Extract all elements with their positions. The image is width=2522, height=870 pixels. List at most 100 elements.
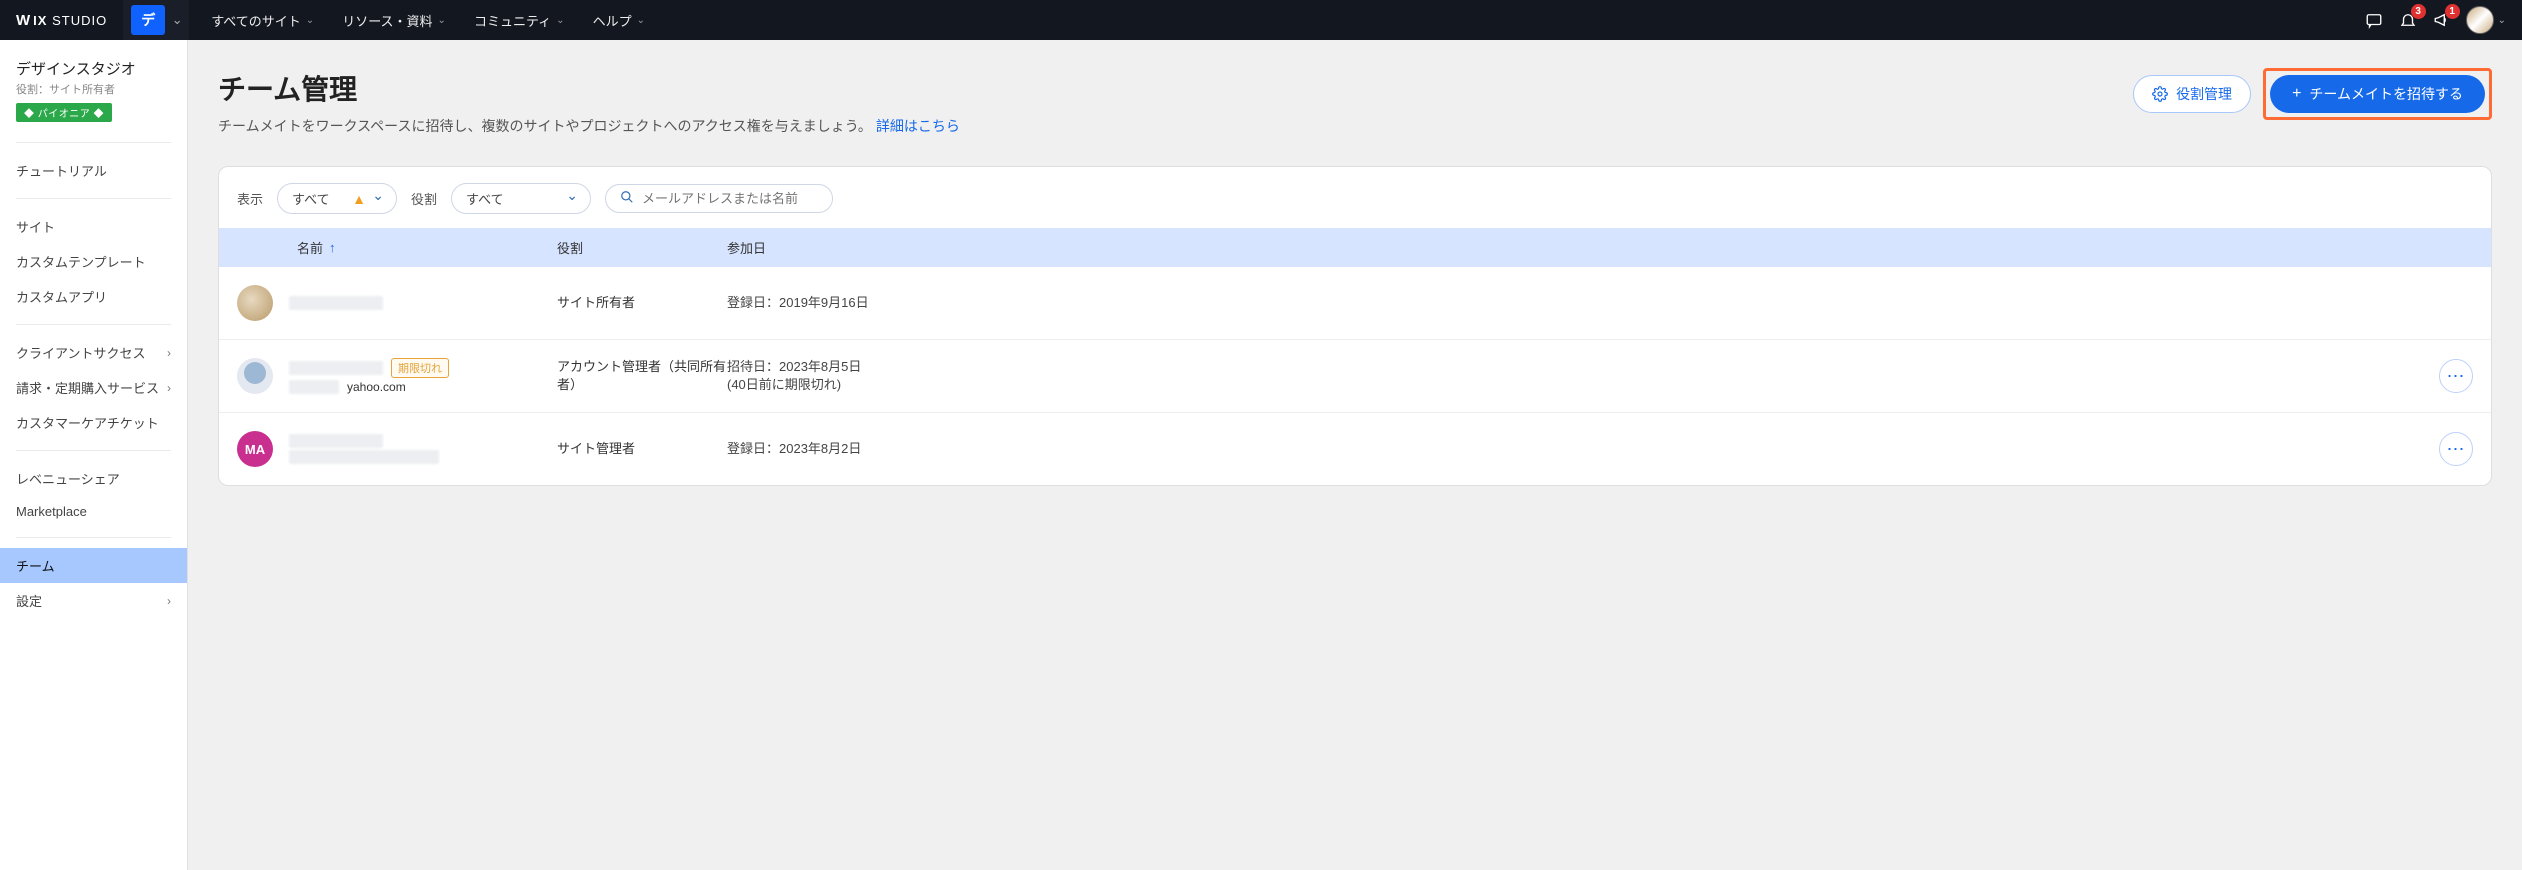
sidebar-item-label: 請求・定期購入サービス	[16, 378, 159, 397]
joined-cell: 登録日：2023年8月2日	[727, 440, 2413, 458]
highlight-annotation: + チームメイトを招待する	[2263, 68, 2492, 120]
chevron-right-icon: ›	[167, 594, 171, 608]
redacted-email-local	[289, 380, 339, 394]
notifications-icon[interactable]: 3	[2398, 10, 2418, 30]
display-filter-label: 表示	[237, 189, 263, 208]
page-subtitle: チームメイトをワークスペースに招待し、複数のサイトやプロジェクトへのアクセス権を…	[218, 116, 960, 136]
table-row: MAサイト管理者登録日：2023年8月2日 ⋯	[219, 413, 2491, 485]
messages-icon[interactable]	[2364, 10, 2384, 30]
announcements-icon[interactable]: 1	[2432, 10, 2452, 30]
table-row: サイト所有者登録日：2019年9月16日	[219, 267, 2491, 340]
sidebar-item-label: チュートリアル	[16, 161, 107, 180]
search-field[interactable]	[605, 184, 833, 213]
nav-all-sites[interactable]: すべてのサイト⌄	[197, 0, 328, 40]
name-cell: MA	[237, 431, 557, 467]
separator	[16, 324, 171, 325]
filter-bar: 表示 すべて ▲ 役割 すべて	[219, 167, 2491, 228]
redacted-email	[289, 450, 439, 464]
table-header: 名前 ↑ 役割 参加日	[219, 228, 2491, 267]
chevron-right-icon: ›	[167, 381, 171, 395]
sidebar-item-10[interactable]: 設定 ›	[0, 583, 187, 618]
sidebar-item-8[interactable]: Marketplace	[0, 496, 187, 527]
caret-down-icon: ⌄	[165, 0, 189, 40]
redacted-name	[289, 434, 383, 448]
separator	[16, 142, 171, 143]
col-name[interactable]: 名前 ↑	[237, 238, 557, 257]
redacted-name	[289, 296, 383, 310]
separator	[16, 198, 171, 199]
search-icon	[620, 190, 634, 207]
sidebar-item-label: クライアントサクセス	[16, 343, 145, 362]
sidebar-item-label: チーム	[16, 556, 55, 575]
sidebar-item-4[interactable]: クライアントサクセス ›	[0, 335, 187, 370]
sidebar-item-1[interactable]: サイト	[0, 209, 187, 244]
caret-down-icon: ⌄	[438, 15, 446, 26]
caret-down-icon: ⌄	[2498, 15, 2506, 26]
header-actions: 役割管理 + チームメイトを招待する	[2133, 68, 2492, 120]
avatar	[237, 358, 273, 394]
row-more-button[interactable]: ⋯	[2439, 432, 2473, 466]
avatar-icon	[2466, 6, 2494, 34]
sidebar: デザインスタジオ 役割：サイト所有者 ◆ パイオニア ◆ チュートリアルサイトカ…	[0, 40, 188, 870]
role-cell: アカウント管理者（共同所有者）	[557, 358, 727, 394]
avatar	[237, 285, 273, 321]
sidebar-item-label: カスタムテンプレート	[16, 252, 146, 271]
warning-icon: ▲	[352, 191, 366, 207]
row-more-button[interactable]: ⋯	[2439, 359, 2473, 393]
sidebar-item-label: レベニューシェア	[16, 469, 120, 488]
site-switcher[interactable]: デ ⌄	[123, 0, 189, 40]
expired-badge: 期限切れ	[391, 358, 449, 378]
joined-cell: 登録日：2019年9月16日	[727, 294, 2413, 312]
learn-more-link[interactable]: 詳細はこちら	[876, 118, 960, 134]
separator	[16, 450, 171, 451]
sidebar-item-9[interactable]: チーム	[0, 548, 187, 583]
sidebar-item-7[interactable]: レベニューシェア	[0, 461, 187, 496]
role-filter-select[interactable]: すべて	[451, 183, 591, 214]
logo[interactable]: WIX STUDIO	[0, 12, 123, 29]
logo-w: W	[16, 12, 31, 29]
sidebar-item-6[interactable]: カスタマーケアチケット	[0, 405, 187, 440]
page-title: チーム管理	[218, 68, 960, 108]
chevron-right-icon: ›	[167, 346, 171, 360]
sidebar-item-label: カスタムアプリ	[16, 287, 107, 306]
joined-cell: 招待日：2023年8月5日(40日前に期限切れ)	[727, 358, 2413, 394]
role-cell: サイト管理者	[557, 440, 727, 458]
plus-icon: +	[2292, 85, 2301, 103]
sidebar-item-label: 設定	[16, 591, 42, 610]
sidebar-item-label: Marketplace	[16, 504, 87, 519]
display-filter-select[interactable]: すべて ▲	[277, 183, 397, 214]
redacted-name	[289, 361, 383, 375]
separator	[16, 537, 171, 538]
sort-arrow-icon: ↑	[329, 240, 336, 255]
role-filter-label: 役割	[411, 189, 437, 208]
sidebar-item-2[interactable]: カスタムテンプレート	[0, 244, 187, 279]
sidebar-item-label: カスタマーケアチケット	[16, 413, 159, 432]
caret-down-icon: ⌄	[637, 15, 645, 26]
role-management-button[interactable]: 役割管理	[2133, 75, 2251, 113]
invite-teammate-button[interactable]: + チームメイトを招待する	[2270, 75, 2485, 113]
col-role[interactable]: 役割	[557, 238, 727, 257]
nav-resources[interactable]: リソース・資料⌄	[328, 0, 460, 40]
workspace-name: デザインスタジオ	[16, 58, 171, 79]
page-header: チーム管理 チームメイトをワークスペースに招待し、複数のサイトやプロジェクトへの…	[218, 68, 2492, 136]
caret-down-icon: ⌄	[556, 15, 564, 26]
topbar-right: 3 1 ⌄	[2364, 6, 2522, 34]
search-input[interactable]	[642, 191, 818, 206]
site-switcher-icon: デ	[131, 5, 165, 35]
nav-help[interactable]: ヘルプ⌄	[579, 0, 659, 40]
workspace-header: デザインスタジオ 役割：サイト所有者 ◆ パイオニア ◆	[0, 54, 187, 132]
gear-icon	[2152, 86, 2168, 102]
user-avatar-menu[interactable]: ⌄	[2466, 6, 2506, 34]
email-domain: yahoo.com	[347, 380, 406, 394]
main-content: チーム管理 チームメイトをワークスペースに招待し、複数のサイトやプロジェクトへの…	[188, 40, 2522, 870]
col-joined[interactable]: 参加日	[727, 238, 2413, 257]
sidebar-item-0[interactable]: チュートリアル	[0, 153, 187, 188]
sidebar-item-3[interactable]: カスタムアプリ	[0, 279, 187, 314]
notification-badge: 3	[2411, 4, 2426, 19]
top-navbar: WIX STUDIO デ ⌄ すべてのサイト⌄ リソース・資料⌄ コミュニティ⌄…	[0, 0, 2522, 40]
name-cell	[237, 285, 557, 321]
sidebar-item-5[interactable]: 請求・定期購入サービス ›	[0, 370, 187, 405]
team-table-card: 表示 すべて ▲ 役割 すべて 名前 ↑ 役割	[218, 166, 2492, 486]
nav-community[interactable]: コミュニティ⌄	[460, 0, 579, 40]
workspace-role: 役割：サイト所有者	[16, 81, 171, 97]
